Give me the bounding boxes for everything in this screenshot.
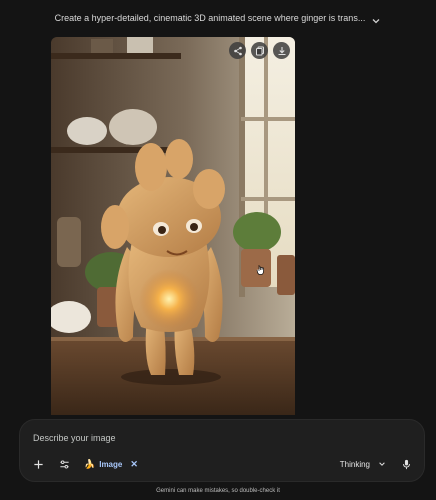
image-tool-chip[interactable]: 🍌 Image ✕	[80, 456, 142, 473]
mic-icon	[402, 459, 410, 469]
tools-sliders-icon	[59, 459, 69, 469]
copy-icon	[255, 46, 264, 55]
remove-chip-button[interactable]: ✕	[130, 459, 138, 470]
prompt-input[interactable]	[33, 430, 413, 446]
conversation-title[interactable]: Create a hyper-detailed, cinematic 3D an…	[55, 13, 366, 23]
disclaimer-text: Gemini can make mistakes, so double-chec…	[156, 488, 280, 494]
plus-icon	[33, 459, 43, 469]
prompt-composer: 🍌 Image ✕ Thinking	[19, 419, 425, 482]
copy-button[interactable]	[251, 42, 268, 59]
mode-selector[interactable]: Thinking	[340, 460, 386, 469]
chevron-down-icon[interactable]	[371, 13, 381, 24]
banana-icon: 🍌	[84, 458, 96, 469]
download-icon	[278, 46, 285, 55]
mic-button[interactable]	[396, 454, 416, 474]
composer-toolbar: 🍌 Image ✕ Thinking	[28, 454, 416, 474]
mode-label: Thinking	[339, 459, 370, 469]
chevron-down-icon	[379, 462, 385, 466]
share-button[interactable]	[229, 42, 246, 59]
image-tool-label: Image	[99, 459, 123, 469]
ginger-character-illustration	[51, 37, 295, 415]
download-button[interactable]	[273, 42, 290, 59]
add-button[interactable]	[28, 454, 48, 474]
tools-button[interactable]	[54, 454, 74, 474]
share-icon	[233, 46, 242, 55]
generated-image[interactable]	[51, 37, 295, 415]
conversation-title-bar[interactable]: Create a hyper-detailed, cinematic 3D an…	[0, 8, 436, 28]
mouse-cursor-icon	[256, 265, 264, 275]
